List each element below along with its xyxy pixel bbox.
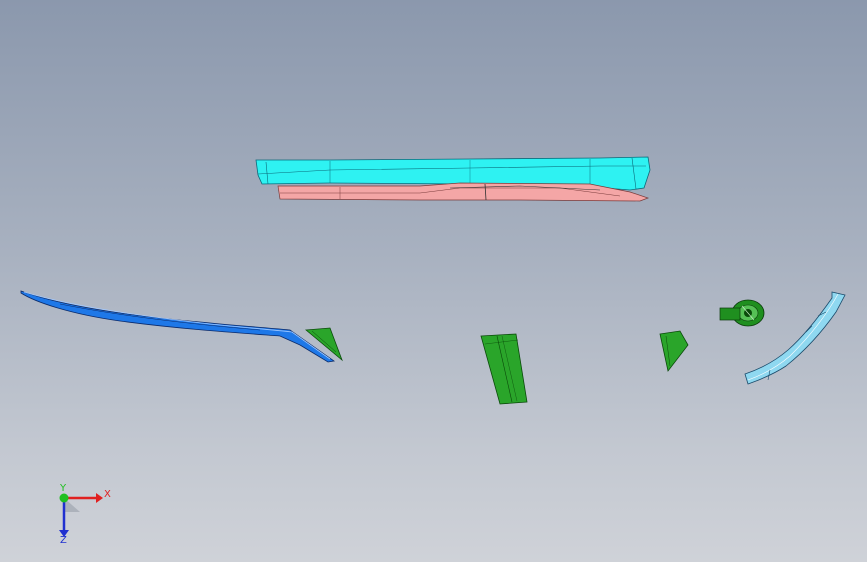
clip-assembly[interactable] [719, 299, 765, 327]
3d-viewport[interactable] [0, 0, 867, 562]
y-axis-dot [59, 493, 69, 503]
x-axis-label: X [104, 489, 111, 500]
y-axis-label: Y [59, 483, 67, 494]
z-axis-label: Z [60, 535, 67, 544]
long-trim-strip[interactable] [20, 290, 336, 363]
x-axis-head [96, 493, 103, 503]
small-bracket-right[interactable] [659, 330, 689, 372]
reference-triad: X Y Z [59, 483, 111, 544]
sill-inner-panel[interactable] [277, 182, 650, 202]
center-bracket[interactable] [480, 333, 528, 405]
